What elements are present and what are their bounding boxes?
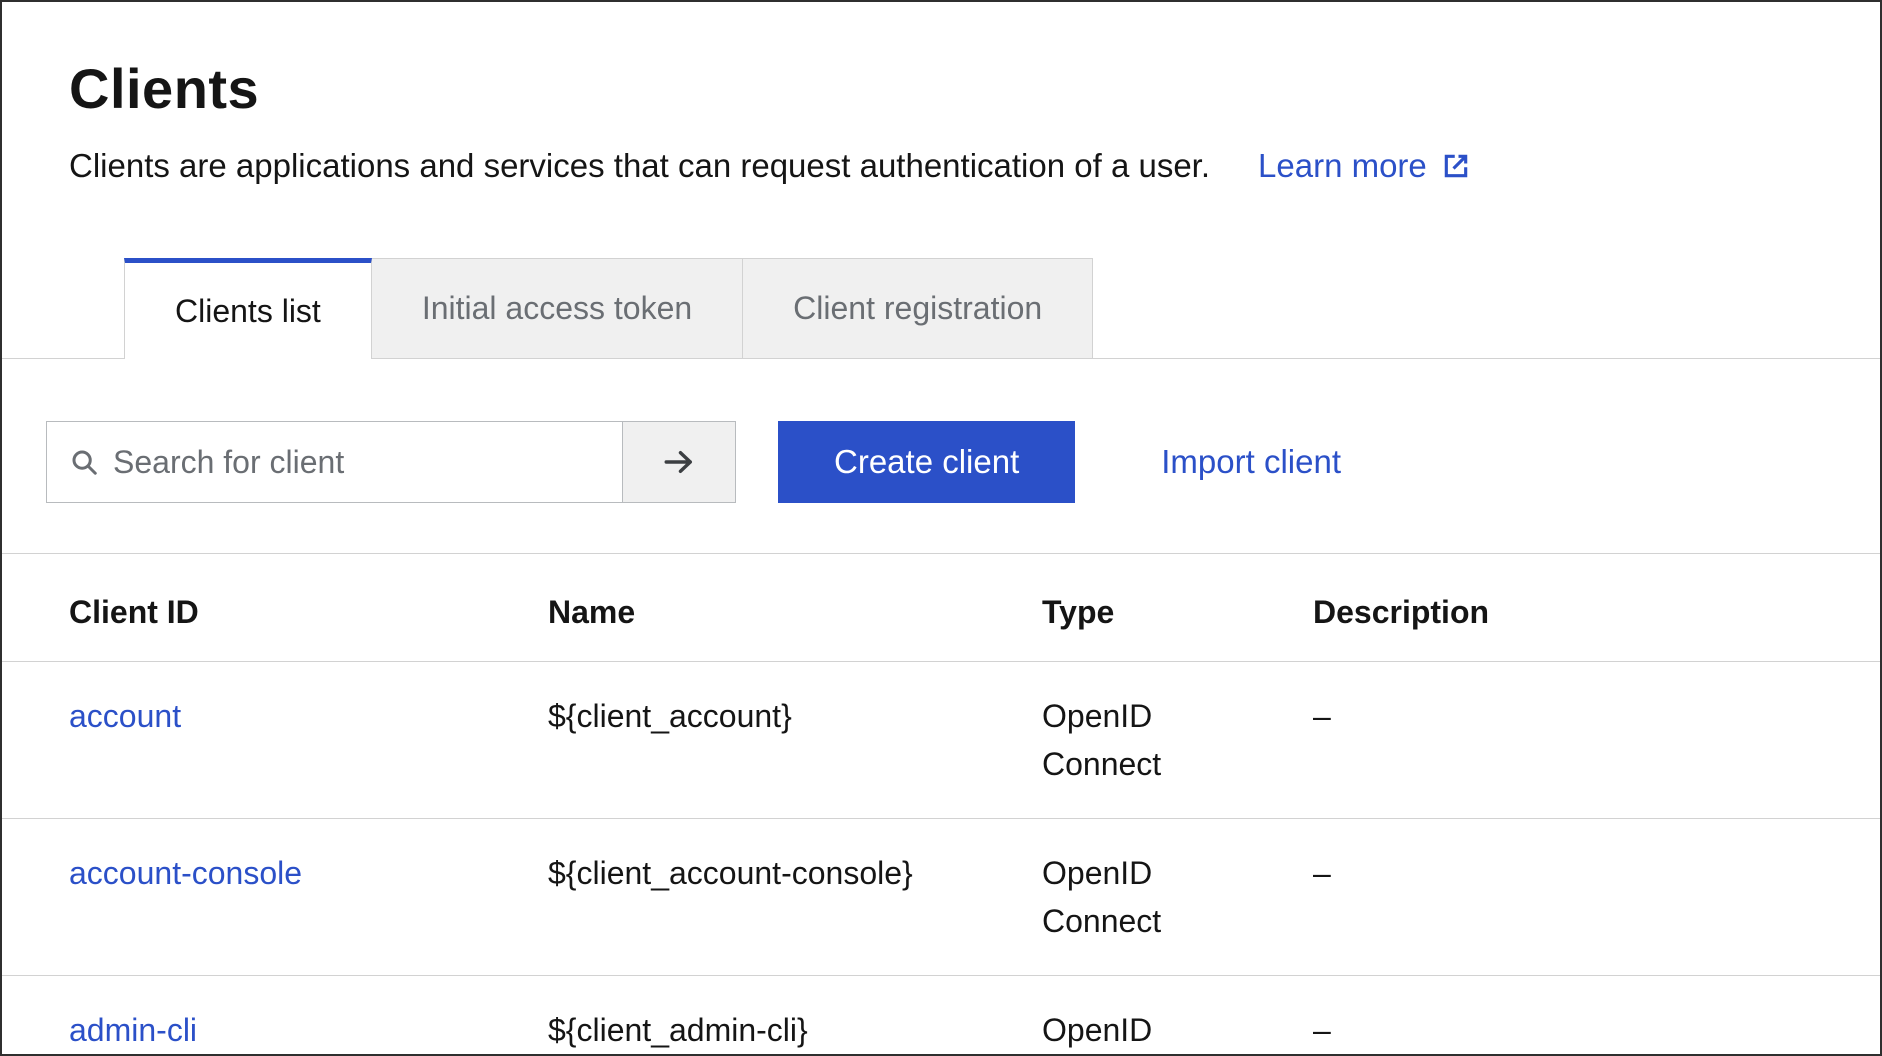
page-subtitle: Clients are applications and services th…: [69, 146, 1210, 186]
type-cell: OpenID Connect: [1042, 819, 1313, 976]
column-header-description: Description: [1313, 554, 1880, 662]
description-cell: –: [1313, 819, 1880, 976]
arrow-right-icon: [661, 444, 697, 480]
page-title: Clients: [69, 58, 1813, 120]
table-header-row: Client ID Name Type Description: [2, 554, 1880, 662]
toolbar: Create client Import client: [46, 421, 1880, 503]
tabs: Clients list Initial access token Client…: [2, 258, 1880, 359]
search-submit-button[interactable]: [623, 421, 736, 503]
type-text: OpenID Connect: [1042, 1006, 1222, 1056]
create-client-button[interactable]: Create client: [778, 421, 1075, 503]
name-cell: ${client_admin-cli}: [548, 976, 1042, 1056]
page-header: Clients Clients are applications and ser…: [2, 2, 1880, 186]
table-row: account ${client_account} OpenID Connect…: [2, 662, 1880, 819]
type-cell: OpenID Connect: [1042, 662, 1313, 819]
page-subtitle-row: Clients are applications and services th…: [69, 146, 1813, 186]
tab-clients-list-label: Clients list: [175, 293, 321, 330]
client-id-cell: admin-cli: [2, 976, 548, 1056]
column-header-client-id: Client ID: [2, 554, 548, 662]
search-input[interactable]: [113, 444, 622, 481]
tab-client-registration[interactable]: Client registration: [742, 258, 1093, 358]
name-cell: ${client_account-console}: [548, 819, 1042, 976]
tab-initial-access-token[interactable]: Initial access token: [371, 258, 743, 358]
client-id-cell: account: [2, 662, 548, 819]
clients-table: Client ID Name Type Description account …: [2, 554, 1880, 1056]
type-text: OpenID Connect: [1042, 692, 1222, 788]
search-icon: [47, 447, 113, 477]
learn-more-label: Learn more: [1258, 146, 1427, 186]
column-header-type: Type: [1042, 554, 1313, 662]
clients-table-container: Client ID Name Type Description account …: [2, 553, 1880, 1056]
description-cell: –: [1313, 662, 1880, 819]
client-link[interactable]: account-console: [69, 855, 302, 891]
table-row: admin-cli ${client_admin-cli} OpenID Con…: [2, 976, 1880, 1056]
clients-page: Clients Clients are applications and ser…: [0, 0, 1882, 1056]
learn-more-link[interactable]: Learn more: [1258, 146, 1471, 186]
tab-clients-list[interactable]: Clients list: [124, 258, 372, 359]
column-header-name: Name: [548, 554, 1042, 662]
type-cell: OpenID Connect: [1042, 976, 1313, 1056]
name-cell: ${client_account}: [548, 662, 1042, 819]
description-cell: –: [1313, 976, 1880, 1056]
client-id-cell: account-console: [2, 819, 548, 976]
import-client-link[interactable]: Import client: [1161, 443, 1341, 481]
tab-client-registration-label: Client registration: [793, 290, 1042, 327]
table-row: account-console ${client_account-console…: [2, 819, 1880, 976]
search-box: [46, 421, 623, 503]
type-text: OpenID Connect: [1042, 849, 1222, 945]
client-link[interactable]: admin-cli: [69, 1012, 197, 1048]
external-link-icon: [1441, 151, 1471, 181]
tab-initial-access-token-label: Initial access token: [422, 290, 692, 327]
client-link[interactable]: account: [69, 698, 181, 734]
